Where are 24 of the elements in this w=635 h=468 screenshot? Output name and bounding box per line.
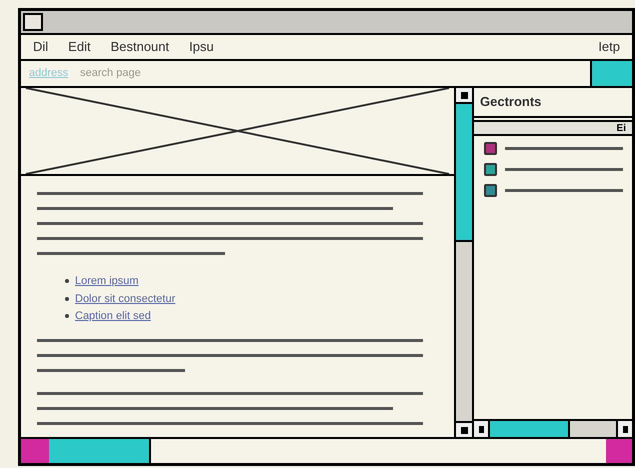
link[interactable]: Caption elit sed xyxy=(75,308,151,324)
menu-item[interactable]: Ipsu xyxy=(189,37,214,57)
window-menu-icon[interactable] xyxy=(23,13,43,31)
menu-item[interactable]: Dil xyxy=(33,37,48,57)
link[interactable]: Dolor sit consectetur xyxy=(75,290,176,307)
vertical-scrollbar[interactable] xyxy=(454,88,474,437)
menu-item[interactable]: Edit xyxy=(68,37,91,57)
search-button[interactable]: Ei xyxy=(616,120,626,136)
scroll-thumb[interactable] xyxy=(490,421,570,437)
sidebar-title: Gectronts xyxy=(480,93,542,112)
scroll-left-icon[interactable] xyxy=(478,426,484,432)
link[interactable]: Lorem ipsum xyxy=(75,273,139,290)
scroll-up-icon[interactable] xyxy=(460,92,468,98)
scroll-thumb[interactable] xyxy=(456,104,472,242)
horizontal-scrollbar[interactable] xyxy=(474,419,632,437)
scroll-down-icon[interactable] xyxy=(460,426,468,434)
sidebar-search-field[interactable]: Ei xyxy=(474,120,632,136)
bullet-icon xyxy=(65,279,69,284)
bullet-icon xyxy=(65,296,69,301)
scroll-right-icon[interactable] xyxy=(622,426,628,432)
menu-item[interactable]: Bestnount xyxy=(110,37,170,57)
go-button[interactable] xyxy=(590,61,632,86)
bullet-icon xyxy=(65,314,69,318)
menu-item[interactable]: Ietp xyxy=(598,37,620,57)
